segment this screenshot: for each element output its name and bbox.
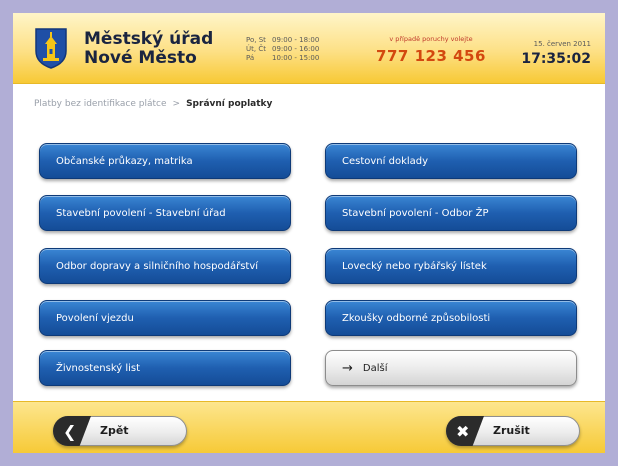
hours-time: 09:00 - 18:00 [272, 36, 320, 44]
opening-hours: Po, St 09:00 - 18:00 Út, Čt 09:00 - 16:00 … [246, 36, 319, 63]
hours-days: Po, St [246, 36, 266, 44]
hotline: v případě poruchy volejte 777 123 456 [363, 35, 499, 65]
town-crest-icon [35, 28, 67, 69]
arrow-right-icon: → [342, 360, 353, 376]
current-date: 15. červen 2011 [533, 40, 591, 48]
menu-button-entry-permit[interactable]: Povolení vjezdu [39, 300, 291, 336]
office-name-line1: Městský úřad [84, 29, 214, 49]
back-button[interactable]: ❮ Zpět [53, 416, 187, 446]
menu-button-label: Občanské průkazy, matrika [56, 155, 193, 167]
hotline-number: 777 123 456 [376, 47, 486, 65]
menu-button-label: Odbor dopravy a silničního hospodářství [56, 260, 259, 272]
close-icon: ✖ [446, 416, 484, 446]
menu-button-label: Cestovní doklady [342, 155, 429, 167]
breadcrumb-current: Správní poplatky [186, 99, 273, 109]
menu-button-label: Stavební povolení - Stavební úřad [56, 207, 226, 219]
office-name-line2: Nové Město [84, 48, 197, 68]
menu-button-transport-dept[interactable]: Odbor dopravy a silničního hospodářství [39, 248, 291, 284]
menu-button-label: Zkoušky odborné způsobilosti [342, 312, 491, 324]
hours-days: Pá [246, 54, 255, 62]
cancel-button-label: Zrušit [493, 424, 530, 437]
hotline-label: v případě poruchy volejte [389, 35, 473, 43]
cancel-button[interactable]: ✖ Zrušit [446, 416, 580, 446]
chevron-left-icon: ❮ [53, 416, 91, 446]
office-name: Městský úřad Nové Město [84, 30, 213, 68]
menu-button-id-cards[interactable]: Občanské průkazy, matrika [39, 143, 291, 179]
menu-button-travel-documents[interactable]: Cestovní doklady [325, 143, 577, 179]
menu-button-label: Stavební povolení - Odbor ŽP [342, 207, 489, 219]
hours-row: Út, Čt 09:00 - 16:00 [246, 45, 319, 54]
next-button-label: Další [362, 362, 388, 374]
footer-bar: ❮ Zpět ✖ Zrušit [13, 401, 605, 453]
hours-row: Pá 10:00 - 15:00 [246, 54, 319, 63]
menu-button-label: Povolení vjezdu [56, 312, 134, 324]
breadcrumb: Platby bez identifikace plátce > Správní p… [34, 99, 272, 109]
menu-button-environment-permit[interactable]: Stavební povolení - Odbor ŽP [325, 195, 577, 231]
next-button[interactable]: → Další [325, 350, 577, 386]
menu-button-qualification-exams[interactable]: Zkoušky odborné způsobilosti [325, 300, 577, 336]
breadcrumb-parent[interactable]: Platby bez identifikace plátce [34, 99, 167, 109]
current-time: 17:35:02 [521, 51, 591, 67]
menu-button-label: Živnostenský list [56, 362, 141, 374]
breadcrumb-separator: > [172, 99, 181, 109]
kiosk-screen: Městský úřad Nové Město Po, St 09:00 - 18… [13, 13, 605, 453]
menu-button-hunting-fishing-license[interactable]: Lovecký nebo rybářský lístek [325, 248, 577, 284]
hours-row: Po, St 09:00 - 18:00 [246, 36, 319, 45]
hours-time: 09:00 - 16:00 [272, 45, 320, 53]
hours-days: Út, Čt [246, 45, 266, 53]
header-bar: Městský úřad Nové Město Po, St 09:00 - 18… [13, 13, 605, 84]
menu-button-trade-license[interactable]: Živnostenský list [39, 350, 291, 386]
menu-button-label: Lovecký nebo rybářský lístek [342, 260, 487, 272]
back-button-label: Zpět [100, 424, 129, 437]
datetime: 15. červen 2011 17:35:02 [521, 40, 591, 67]
hours-time: 10:00 - 15:00 [272, 54, 320, 62]
menu-button-building-permit[interactable]: Stavební povolení - Stavební úřad [39, 195, 291, 231]
